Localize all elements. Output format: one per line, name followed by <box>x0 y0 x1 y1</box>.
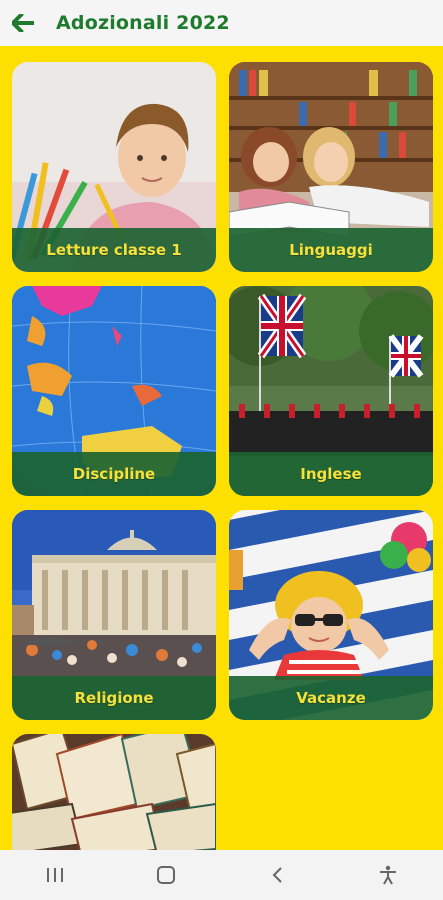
recents-button[interactable] <box>35 855 75 895</box>
tile-label-bar: Inglese <box>229 452 433 496</box>
tile-label: Letture classe 1 <box>46 241 182 259</box>
app-header: Adozionali 2022 <box>0 0 443 46</box>
home-button[interactable] <box>146 855 186 895</box>
tile-label: Vacanze <box>296 689 366 707</box>
stack-of-books-image <box>12 734 216 850</box>
tile-discipline[interactable]: Discipline <box>12 286 216 496</box>
tile-label: Discipline <box>72 465 156 483</box>
accessibility-icon <box>379 865 396 885</box>
home-icon <box>157 866 176 884</box>
tile-inglese[interactable]: Inglese <box>229 286 433 496</box>
tile-label: Linguaggi <box>289 241 373 259</box>
tile-label-bar: Linguaggi <box>229 228 433 272</box>
system-navigation-bar <box>0 850 443 900</box>
back-chevron-icon <box>272 867 282 883</box>
accessibility-button[interactable] <box>368 855 408 895</box>
tile-label-bar: Vacanze <box>229 676 433 720</box>
recents-icon <box>47 868 64 882</box>
tile-religione[interactable]: Religione <box>12 510 216 720</box>
nav-back-button[interactable] <box>257 855 297 895</box>
tile-vacanze[interactable]: Vacanze <box>229 510 433 720</box>
tile-label: Religione <box>74 689 154 707</box>
category-grid: Letture classe 1 Linguaggi Discipline In… <box>0 46 443 850</box>
tile-label-bar: Religione <box>12 676 216 720</box>
tile-books[interactable] <box>12 734 216 850</box>
tile-letture-classe-1[interactable]: Letture classe 1 <box>12 62 216 272</box>
tile-label-bar: Letture classe 1 <box>12 228 216 272</box>
page-title: Adozionali 2022 <box>56 12 230 34</box>
tile-label: Inglese <box>300 465 362 483</box>
back-button[interactable] <box>0 0 46 46</box>
arrow-left-icon <box>12 14 34 32</box>
tile-linguaggi[interactable]: Linguaggi <box>229 62 433 272</box>
tile-label-bar: Discipline <box>12 452 216 496</box>
